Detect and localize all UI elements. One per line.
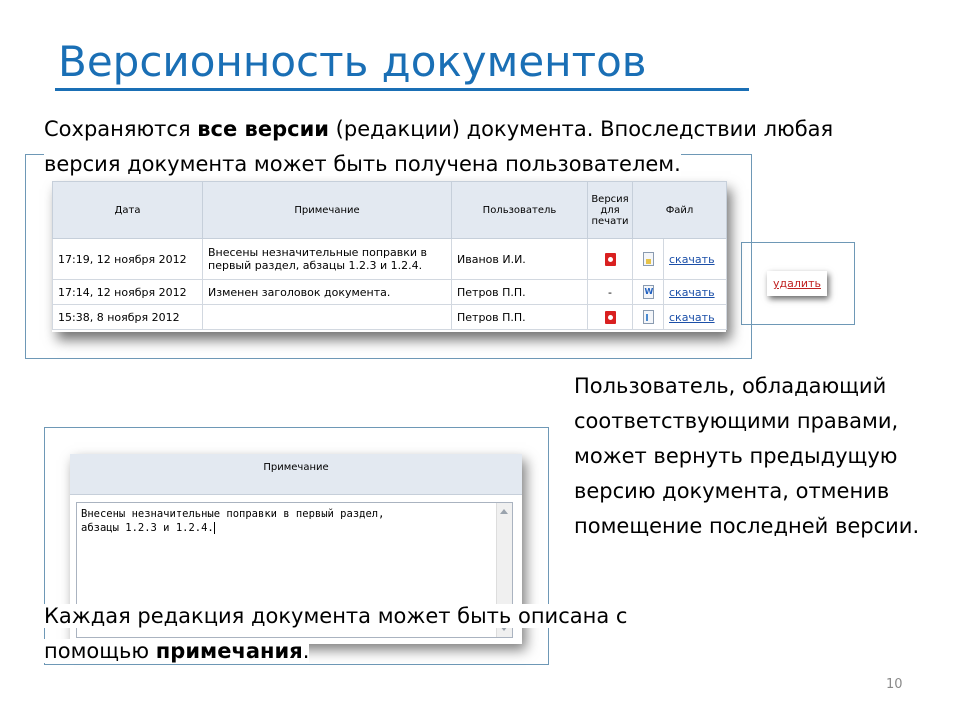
doc-file-icon[interactable]: [642, 310, 654, 324]
header-date: Дата: [52, 181, 203, 239]
row-date: 17:14, 12 ноября 2012: [52, 279, 203, 305]
download-link[interactable]: скачать: [669, 311, 715, 324]
scroll-up-icon[interactable]: [500, 509, 508, 514]
intro-paragraph: Сохраняются все версии (редакции) докуме…: [44, 112, 924, 182]
row-user: Петров П.П.: [451, 279, 588, 305]
table-row: 17:19, 12 ноября 2012 Внесены незначител…: [52, 238, 728, 280]
intro-line-1: Сохраняются все версии (редакции) докуме…: [44, 117, 834, 141]
pdf-icon[interactable]: [604, 252, 616, 266]
header-print-version: Версия для печати: [587, 181, 633, 239]
row-note: [202, 304, 452, 330]
pdf-icon[interactable]: [604, 310, 616, 324]
header-file: Файл: [631, 181, 728, 239]
table-row: 15:38, 8 ноября 2012 Петров П.П. скачать: [52, 304, 728, 330]
header-note: Примечание: [202, 181, 452, 239]
row-note: Внесены незначительные поправки в первый…: [202, 238, 452, 280]
text-caret: [213, 522, 215, 534]
note-editor-header: Примечание: [70, 454, 522, 495]
row-date: 15:38, 8 ноября 2012: [52, 304, 203, 330]
note-textarea-value: Внесены незначительные поправки в первый…: [81, 508, 385, 534]
row-user: Петров П.П.: [451, 304, 588, 330]
download-link[interactable]: скачать: [669, 253, 715, 266]
intro-line-2: версия документа может быть получена пол…: [44, 152, 681, 176]
row-date: 17:19, 12 ноября 2012: [52, 238, 203, 280]
table-row: 17:14, 12 ноября 2012 Изменен заголовок …: [52, 279, 728, 305]
row-print-empty: -: [587, 279, 633, 305]
file-icon[interactable]: [642, 252, 654, 266]
row-user: Иванов И.И.: [451, 238, 588, 280]
delete-link[interactable]: удалить: [767, 271, 827, 296]
versions-table: Дата Примечание Пользователь Версия для …: [52, 181, 728, 330]
row-note: Изменен заголовок документа.: [202, 279, 452, 305]
rights-paragraph: Пользователь, обладающий соответствующим…: [574, 374, 920, 538]
versions-table-screenshot: Дата Примечание Пользователь Версия для …: [52, 181, 728, 332]
page-number: 10: [886, 677, 903, 692]
note-line-2: помощью примечания.: [44, 639, 310, 663]
note-line-1: Каждая редакция документа может быть опи…: [44, 604, 628, 628]
title-underline: [55, 88, 749, 91]
note-paragraph: Каждая редакция документа может быть опи…: [44, 599, 684, 669]
download-link[interactable]: скачать: [669, 286, 715, 299]
header-user: Пользователь: [451, 181, 588, 239]
slide-title: Версионность документов: [58, 37, 647, 86]
word-file-icon[interactable]: [642, 285, 654, 299]
